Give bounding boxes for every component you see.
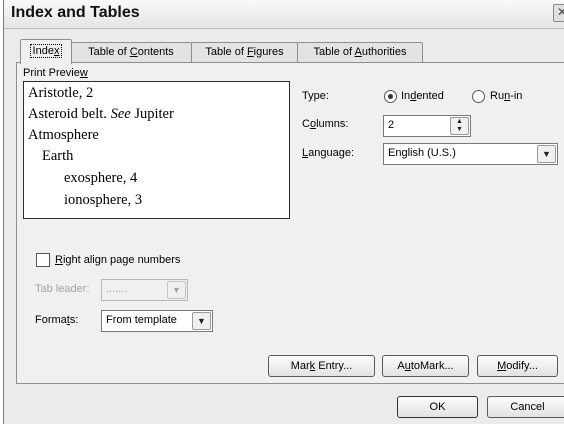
tab-table-of-contents-label: Table of Contents [88, 46, 174, 58]
modify-button[interactable]: Modify... [477, 355, 558, 377]
chevron-down-icon[interactable]: ▼ [192, 312, 211, 330]
radio-indented[interactable] [384, 90, 397, 103]
type-label: Type: [302, 90, 329, 102]
preview-line: ionosphere, 3 [64, 192, 143, 208]
dialog-title: Index and Tables [11, 4, 140, 21]
preview-line: Aristotle, 2 [28, 85, 94, 101]
tab-leader-label: Tab leader: [35, 283, 90, 295]
preview-line: Earth [42, 148, 74, 164]
columns-label: Columns: [302, 118, 349, 130]
automark-button[interactable]: AutoMark... [382, 355, 469, 377]
language-select[interactable]: English (U.S.) ▼ [383, 143, 558, 165]
tab-index-label: Index [29, 44, 63, 58]
chevron-down-icon[interactable]: ▼ [167, 281, 186, 299]
index-and-tables-dialog: Index and Tables ✕ Index Table of Conten… [3, 0, 564, 424]
chevron-down-icon[interactable]: ▼ [537, 145, 556, 163]
language-label: Language: [302, 147, 355, 159]
columns-field[interactable]: 2 ▲ ▼ [383, 115, 471, 137]
cancel-button[interactable]: Cancel [487, 396, 564, 418]
tab-table-of-contents[interactable]: Table of Contents [70, 42, 192, 63]
preview-line: exosphere, 4 [64, 170, 138, 186]
formats-label: Formats: [35, 314, 79, 326]
ok-button[interactable]: OK [397, 396, 478, 418]
run-in-label: Run-in [490, 90, 523, 102]
tab-table-of-authorities[interactable]: Table of Authorities [297, 42, 423, 63]
mark-entry-button[interactable]: Mark Entry... [268, 355, 375, 377]
right-align-checkbox[interactable] [36, 253, 50, 267]
spinner-icon[interactable]: ▲ ▼ [450, 117, 469, 135]
close-icon[interactable]: ✕ [553, 4, 564, 22]
columns-value: 2 [388, 119, 395, 131]
tab-table-of-figures[interactable]: Table of Figures [191, 42, 298, 63]
preview-line: Atmosphere [28, 127, 99, 143]
tab-leader-select[interactable]: ....... ▼ [101, 279, 188, 301]
title-bar: Index and Tables ✕ [4, 0, 564, 29]
formats-select[interactable]: From template ▼ [101, 310, 213, 332]
tab-table-of-authorities-label: Table of Authorities [313, 46, 407, 58]
indented-label: Indented [401, 90, 444, 102]
print-preview-label: Print Preview [23, 67, 88, 79]
radio-run-in[interactable] [472, 90, 485, 103]
right-align-label: Right align page numbers [55, 254, 181, 266]
preview-line: Asteroid belt. See Jupiter [28, 106, 174, 122]
tab-leader-value: ....... [106, 283, 128, 295]
tab-index[interactable]: Index [20, 39, 72, 64]
language-value: English (U.S.) [388, 147, 456, 159]
tab-table-of-figures-label: Table of Figures [205, 46, 284, 58]
print-preview: Aristotle, 2 Asteroid belt. See Jupiter … [23, 81, 290, 219]
formats-value: From template [106, 314, 177, 326]
